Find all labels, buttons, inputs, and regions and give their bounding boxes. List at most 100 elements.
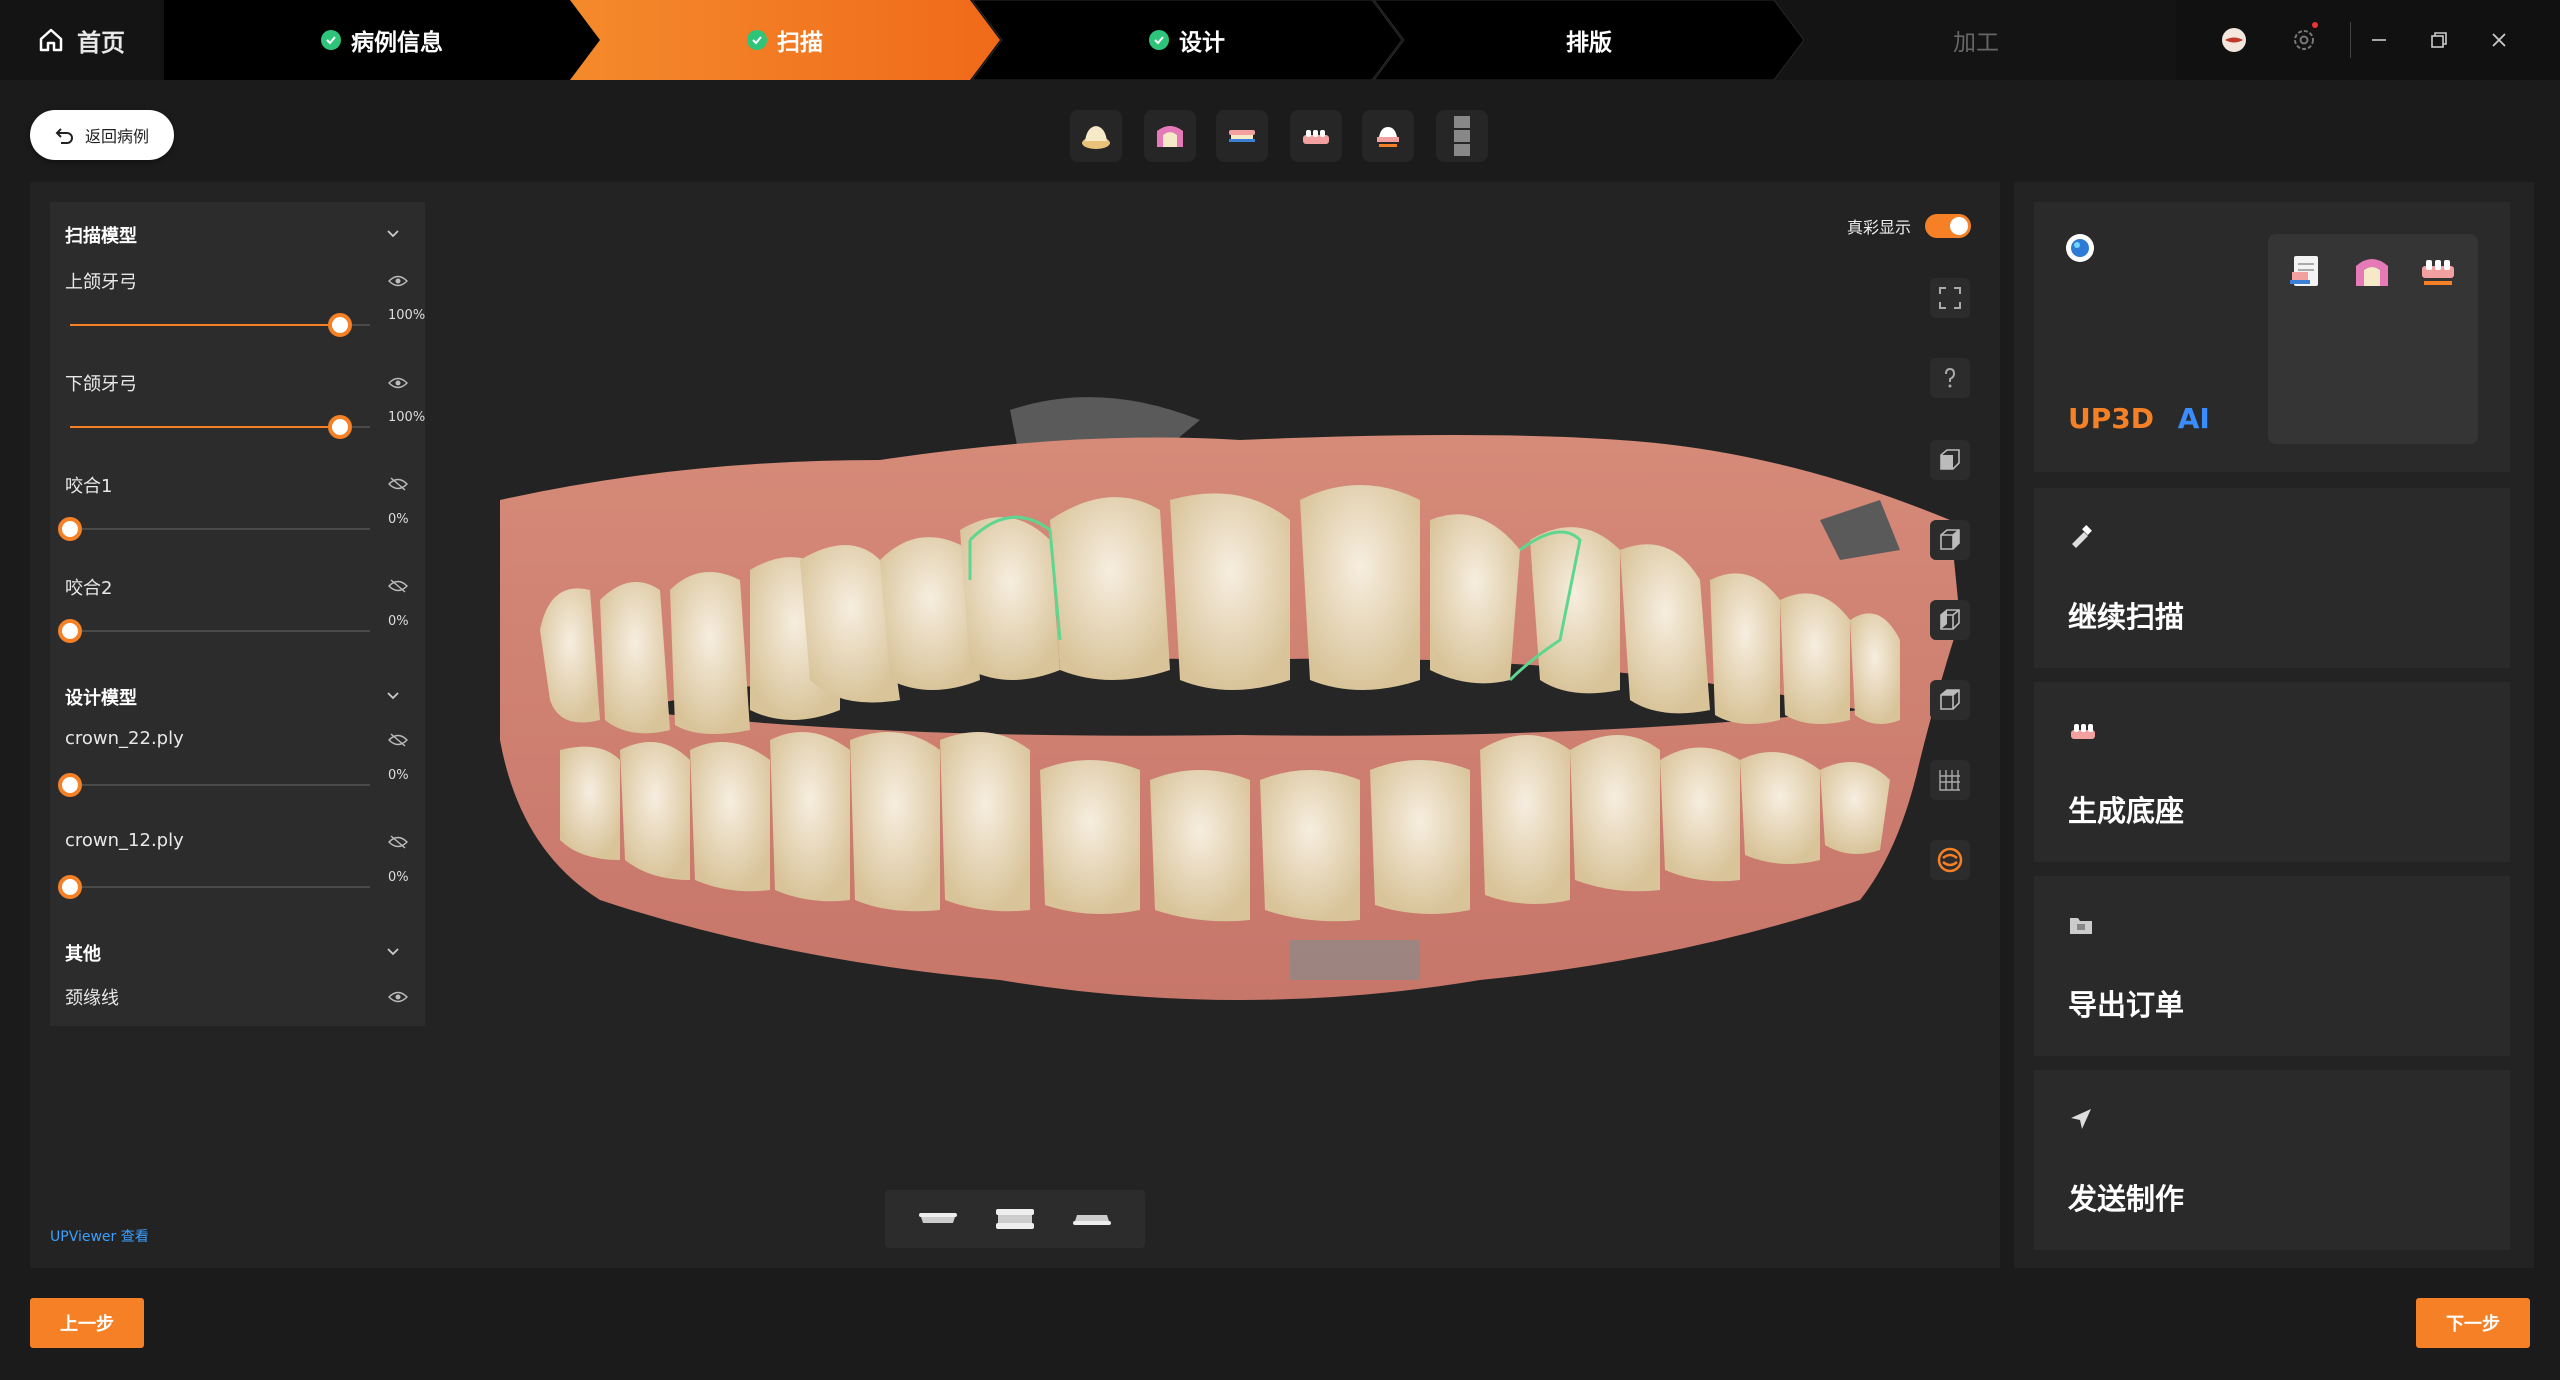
send-icon [2071,1109,2091,1129]
titlebar-divider [2350,22,2351,58]
ai-gum-icon[interactable] [2352,252,2392,292]
base-tool-button[interactable] [1290,110,1342,162]
step-label: 扫描 [777,30,823,56]
model-layers-panel: 扫描模型 上颌牙弓 100% 下颌牙弓 100% 咬合1 0% 咬合2 0% 设… [50,202,425,1026]
fullscreen-button[interactable] [1930,278,1970,318]
slider-thumb[interactable] [58,619,82,643]
chevron-down-icon[interactable] [385,944,401,960]
chevron-down-icon[interactable] [385,226,401,242]
continue-scan-card[interactable]: 继续扫描 [2034,488,2510,668]
view-side-button[interactable] [1930,520,1970,560]
view-left-button[interactable] [1930,600,1970,640]
ai-document-icon[interactable] [2286,252,2326,292]
crown22-pct: 0% [388,768,409,783]
both-jaws-view-icon[interactable] [992,1207,1038,1231]
fullscreen-icon [1939,287,1961,309]
slider-thumb[interactable] [58,773,82,797]
scan-models-title: 扫描模型 [65,226,137,247]
check-icon [747,30,767,50]
upper-arch-opacity-slider[interactable] [70,313,370,337]
lower-jaw-view-icon[interactable] [1069,1207,1115,1231]
slider-thumb[interactable] [58,517,82,541]
chevron-down-icon[interactable] [385,688,401,704]
eye-off-icon[interactable] [388,834,408,850]
online-tool-button[interactable] [1362,110,1414,162]
avatar[interactable] [2218,24,2250,56]
step-design[interactable]: 设计 [972,0,1402,80]
cube-left-icon [1940,609,1960,630]
restore-icon[interactable] [2423,24,2455,56]
step-label: 排版 [1566,30,1612,56]
lower-arch-label: 下颌牙弓 [65,374,137,395]
arch-tool-button[interactable] [1216,110,1268,162]
grip-handle-button[interactable] [1436,110,1488,162]
dental-scan-model[interactable] [480,380,1980,1020]
slider-fill [70,324,340,326]
eye-off-icon[interactable] [388,476,408,492]
lower-arch-opacity-slider[interactable] [70,415,370,439]
eye-icon[interactable] [388,376,408,390]
eye-icon[interactable] [388,274,408,288]
upper-jaw-view-icon[interactable] [915,1207,961,1231]
teeth-view-button[interactable] [1930,840,1970,880]
ai-brand-ai: AI [2177,402,2210,435]
card-title: 继续扫描 [2068,600,2185,634]
card-title: 发送制作 [2068,1182,2185,1216]
eye-off-icon[interactable] [388,732,408,748]
ai-online-icon[interactable] [2418,252,2458,292]
other-title: 其他 [65,944,101,965]
crown-tool-button[interactable] [1070,110,1122,162]
step-label: 病例信息 [351,30,443,56]
check-icon [1149,30,1169,50]
step-case-info[interactable]: 病例信息 [164,0,600,80]
generate-base-card[interactable]: 生成底座 [2034,682,2510,862]
home-button[interactable]: 首页 [0,0,162,80]
cube-side-icon [1940,529,1960,550]
step-scan[interactable]: 扫描 [570,0,1000,80]
check-icon [321,30,341,50]
crown12-opacity-slider[interactable] [58,875,370,899]
grid-button[interactable] [1930,760,1970,800]
eye-icon[interactable] [388,990,408,1004]
true-color-toggle-row: 真彩显示 [1847,214,1972,238]
slider-thumb[interactable] [328,313,352,337]
bite1-pct: 0% [388,512,409,527]
cube-top-icon [1940,689,1960,710]
crown-tool-icon [1082,126,1110,149]
notification-dot [2312,22,2318,28]
gum-tool-icon [1157,126,1183,147]
slider-thumb[interactable] [328,415,352,439]
back-to-case-button[interactable]: 返回病例 [30,110,174,160]
step-process[interactable]: 加工 [1776,0,2176,80]
bite1-opacity-slider[interactable] [58,517,370,541]
online-tool-icon [1377,127,1399,147]
true-color-toggle[interactable] [1925,214,1972,238]
bite2-opacity-slider[interactable] [58,619,370,643]
help-button[interactable] [1930,358,1970,398]
slider-thumb[interactable] [58,875,82,899]
upviewer-link[interactable]: UPViewer 查看 [50,1226,149,1246]
cube-front-icon [1940,449,1960,470]
undo-arrow-icon [55,128,73,144]
send-production-card[interactable]: 发送制作 [2034,1070,2510,1250]
close-icon[interactable] [2483,24,2515,56]
view-front-button[interactable] [1930,440,1970,480]
export-order-card[interactable]: 导出订单 [2034,876,2510,1056]
minimize-icon[interactable] [2363,24,2395,56]
view-top-button[interactable] [1930,680,1970,720]
previous-step-button[interactable]: 上一步 [30,1298,144,1348]
crown12-label: crown_12.ply [65,830,184,851]
settings-gear-icon[interactable] [2288,22,2320,56]
gum-tool-button[interactable] [1144,110,1196,162]
slider-fill [70,426,340,428]
crown22-opacity-slider[interactable] [58,773,370,797]
ai-logo-icon [2066,234,2094,262]
step-label: 设计 [1179,30,1225,56]
next-step-button[interactable]: 下一步 [2416,1298,2530,1348]
step-layout[interactable]: 排版 [1374,0,1804,80]
bite2-label: 咬合2 [65,578,113,599]
card-title: 生成底座 [2068,794,2185,828]
card-title: 导出订单 [2068,988,2185,1022]
eye-off-icon[interactable] [388,578,408,594]
ai-card[interactable]: UP3D AI [2034,202,2510,472]
